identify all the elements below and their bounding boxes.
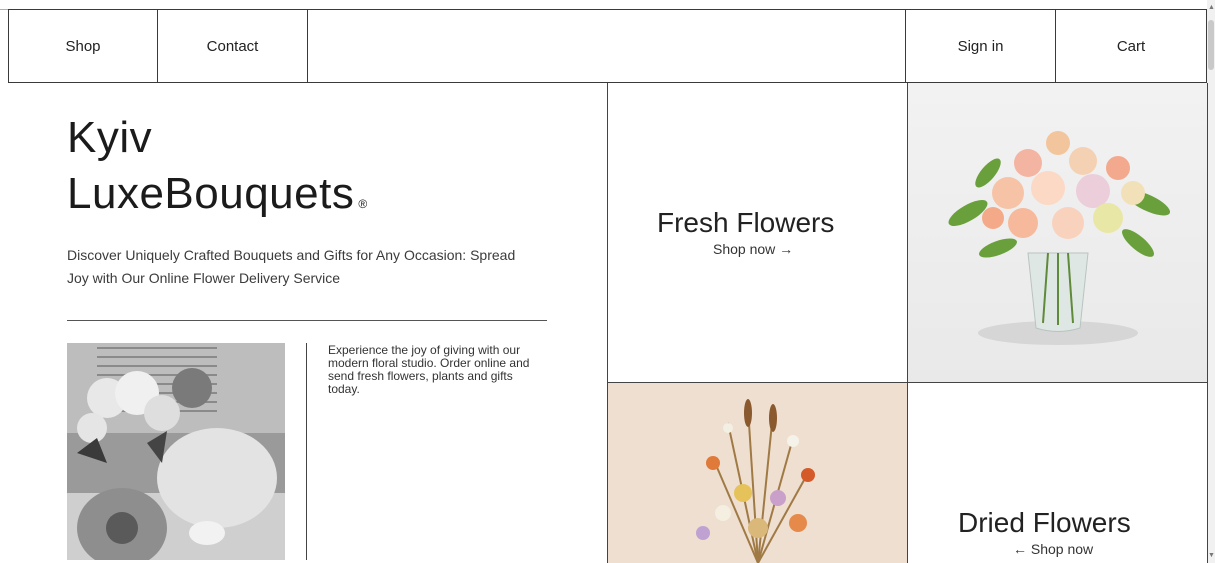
fresh-flowers-title[interactable]: Fresh Flowers bbox=[657, 207, 834, 239]
photo-text-divider bbox=[306, 343, 307, 560]
nav-signin-link[interactable]: Sign in bbox=[906, 10, 1056, 82]
grid-line bbox=[1207, 83, 1208, 563]
studio-blurb: Experience the joy of giving with our mo… bbox=[328, 343, 530, 396]
nav-shop-link[interactable]: Shop bbox=[9, 10, 158, 82]
brand-title: Kyiv LuxeBouquets ® bbox=[67, 110, 368, 222]
scroll-up-arrow-icon[interactable]: ▲ bbox=[1208, 4, 1215, 11]
nav-cart-link[interactable]: Cart bbox=[1056, 10, 1206, 82]
registered-mark: ® bbox=[358, 197, 368, 211]
hero-tagline: Discover Uniquely Crafted Bouquets and G… bbox=[67, 247, 516, 286]
top-navigation: Shop Contact Sign in Cart bbox=[8, 9, 1207, 83]
nav-spacer bbox=[308, 10, 906, 82]
dried-flowers-shop-link[interactable]: ← Shop now bbox=[1013, 541, 1093, 557]
nav-contact-link[interactable]: Contact bbox=[158, 10, 308, 82]
dried-flowers-title[interactable]: Dried Flowers bbox=[958, 507, 1131, 539]
studio-photo bbox=[67, 343, 285, 560]
scroll-down-arrow-icon[interactable]: ▼ bbox=[1208, 552, 1215, 559]
scrollbar-thumb[interactable] bbox=[1208, 20, 1214, 70]
vertical-scrollbar[interactable] bbox=[1207, 0, 1215, 563]
fresh-bouquet-image[interactable] bbox=[908, 83, 1207, 382]
dried-bouquet-image[interactable] bbox=[608, 383, 907, 563]
brand-line-2: LuxeBouquets bbox=[67, 169, 355, 218]
section-divider bbox=[67, 320, 547, 321]
fresh-flowers-shop-link[interactable]: Shop now → bbox=[713, 241, 793, 257]
brand-line-1: Kyiv bbox=[67, 113, 153, 162]
